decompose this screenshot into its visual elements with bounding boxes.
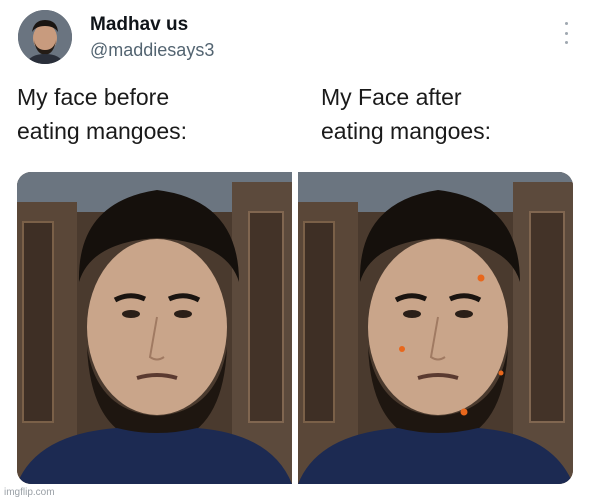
- photo-after[interactable]: [298, 172, 573, 484]
- photo-before[interactable]: [17, 172, 292, 484]
- caption-before: My face before eating mangoes:: [17, 84, 188, 144]
- user-handle[interactable]: @maddiesays3: [90, 40, 214, 61]
- pimple-icon: [399, 346, 405, 352]
- pimple-icon: [477, 274, 485, 282]
- watermark: imgflip.com: [4, 487, 55, 498]
- pimple-icon: [460, 408, 468, 416]
- caption-after: My Face after eating mangoes:: [321, 84, 492, 144]
- dot-icon: [564, 22, 568, 25]
- display-name[interactable]: Madhav us: [90, 14, 188, 36]
- more-vertical-icon[interactable]: [559, 22, 573, 44]
- face-photo-with-pimples: [298, 172, 573, 484]
- dot-icon: [564, 31, 568, 35]
- face-photo: [17, 172, 292, 484]
- avatar-image: [18, 10, 72, 64]
- tweet-header: Madhav us @maddiesays3: [18, 10, 573, 70]
- pimple-icon: [498, 370, 504, 376]
- avatar[interactable]: [18, 10, 72, 64]
- dot-icon: [564, 41, 568, 44]
